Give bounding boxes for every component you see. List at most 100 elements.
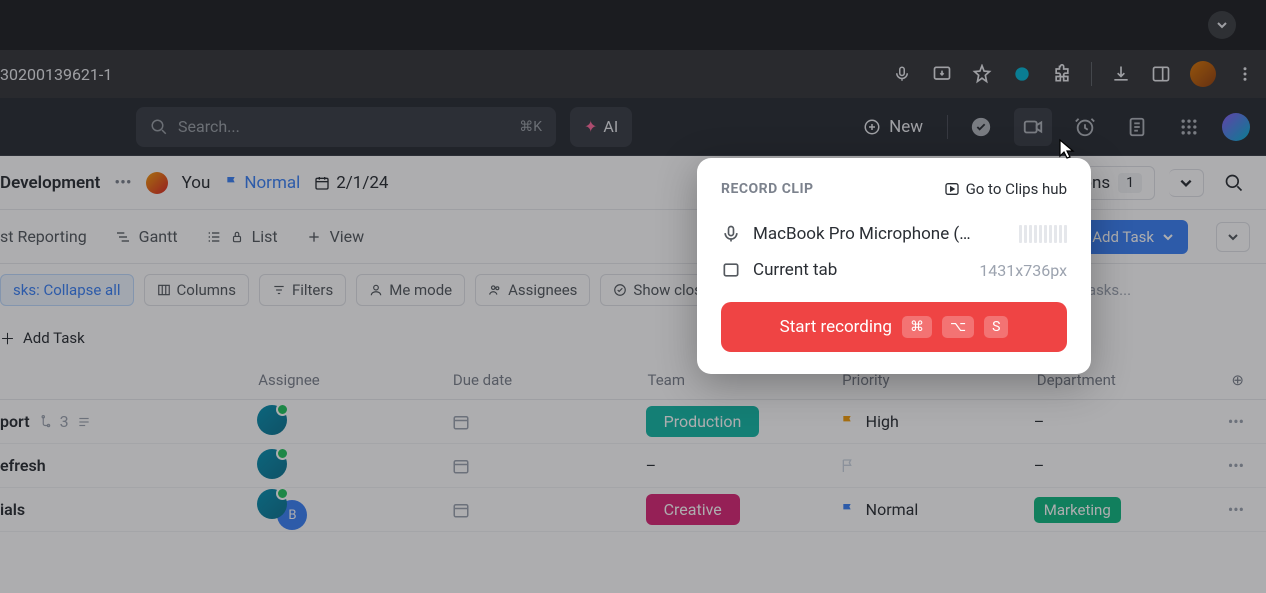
task-name: port	[0, 412, 30, 431]
table-row[interactable]: port 3 Production High – •••	[0, 400, 1266, 444]
view-reporting[interactable]: st Reporting	[0, 227, 87, 246]
video-icon[interactable]	[1014, 108, 1052, 146]
automations-dropdown[interactable]	[1169, 169, 1204, 197]
chevron-down-icon	[1162, 231, 1174, 243]
new-button[interactable]: New	[853, 111, 933, 143]
check-circle-icon	[613, 283, 627, 297]
team-tag[interactable]: Production	[646, 406, 760, 437]
assignees-chip[interactable]: Assignees	[475, 274, 590, 306]
new-label: New	[889, 117, 923, 137]
add-task-dropdown[interactable]	[1216, 222, 1250, 252]
priority-chip[interactable]: Normal	[224, 173, 300, 193]
view-add[interactable]: View	[306, 227, 365, 246]
resolution-label: 1431x736px	[979, 261, 1067, 280]
cursor-icon	[1058, 138, 1076, 160]
star-icon[interactable]	[971, 63, 993, 85]
kbd-s: S	[984, 316, 1008, 338]
table-row[interactable]: efresh – – •••	[0, 444, 1266, 488]
sidepanel-icon[interactable]	[1150, 63, 1172, 85]
calendar-icon[interactable]	[452, 457, 470, 475]
task-search-input[interactable]: tasks...	[1070, 272, 1250, 308]
filters-chip[interactable]: Filters	[259, 274, 346, 306]
calendar-icon	[314, 175, 330, 191]
flag-icon[interactable]	[840, 458, 856, 474]
more-icon[interactable]: •••	[114, 173, 131, 193]
search-kbd: ⌘K	[519, 119, 542, 135]
columns-icon	[157, 283, 171, 297]
page-title: Development	[0, 173, 100, 193]
row-actions-icon[interactable]: •••	[1228, 412, 1250, 431]
profile-avatar[interactable]	[1190, 61, 1216, 87]
gantt-icon	[115, 229, 131, 245]
assignee-avatar[interactable]	[257, 449, 287, 479]
popup-title: RECORD CLIP	[721, 181, 814, 197]
owner-avatar[interactable]	[146, 172, 168, 194]
calendar-icon[interactable]	[452, 413, 470, 431]
plus-icon	[306, 229, 322, 245]
add-task-button[interactable]: Add Task	[1078, 220, 1188, 254]
add-task-inline-icon[interactable]: ＋	[0, 328, 15, 349]
view-gantt[interactable]: Gantt	[115, 227, 178, 246]
audio-meter	[1019, 225, 1067, 243]
col-assignee[interactable]: Assignee	[258, 371, 453, 389]
mic-icon	[721, 224, 741, 244]
mic-icon[interactable]	[891, 63, 913, 85]
dept-cell[interactable]: –	[1034, 412, 1228, 431]
filter-icon	[272, 283, 286, 297]
page-search-icon[interactable]	[1218, 167, 1250, 199]
user-avatar[interactable]	[1222, 113, 1250, 141]
me-mode-chip[interactable]: Me mode	[356, 274, 465, 306]
mic-row[interactable]: MacBook Pro Microphone (…	[721, 216, 1067, 252]
ai-button[interactable]: ✦ AI	[570, 107, 632, 147]
date-chip[interactable]: 2/1/24	[314, 173, 388, 193]
priority-label: High	[866, 412, 899, 431]
check-circle-icon[interactable]	[962, 108, 1000, 146]
owner-label: You	[182, 173, 211, 193]
flag-icon	[840, 414, 856, 430]
assignee-avatar[interactable]	[257, 489, 287, 519]
lock-icon	[230, 230, 244, 244]
tab-icon	[721, 260, 741, 280]
ai-label: AI	[603, 117, 618, 136]
search-placeholder: Search...	[178, 117, 240, 136]
search-input[interactable]: Search... ⌘K	[136, 107, 556, 147]
notepad-icon[interactable]	[1118, 108, 1156, 146]
kbd-cmd: ⌘	[902, 316, 932, 338]
row-actions-icon[interactable]: •••	[1228, 500, 1250, 519]
install-icon[interactable]	[931, 63, 953, 85]
assignee-avatar[interactable]	[257, 405, 287, 435]
add-task-inline-label[interactable]: Add Task	[23, 329, 85, 347]
dept-cell[interactable]: –	[1034, 456, 1228, 475]
add-column-icon[interactable]: ⊕	[1231, 371, 1250, 389]
sparkle-icon: ✦	[584, 117, 597, 136]
team-tag[interactable]: Creative	[646, 494, 740, 525]
start-recording-button[interactable]: Start recording ⌘ ⌥ S	[721, 302, 1067, 352]
collapse-all-chip[interactable]: sks: Collapse all	[0, 274, 134, 306]
task-name: efresh	[0, 456, 46, 475]
description-icon	[77, 415, 91, 429]
col-due-date[interactable]: Due date	[453, 371, 648, 389]
tab-label: Current tab	[753, 260, 837, 280]
table-row[interactable]: ials B Creative Normal Marketing •••	[0, 488, 1266, 532]
browser-menu-icon[interactable]	[1234, 63, 1256, 85]
tab-row[interactable]: Current tab 1431x736px	[721, 252, 1067, 288]
columns-chip[interactable]: Columns	[144, 274, 249, 306]
clips-hub-link[interactable]: Go to Clips hub	[944, 180, 1067, 198]
automations-count: 1	[1118, 173, 1142, 193]
team-cell[interactable]: –	[646, 456, 840, 475]
extensions-icon[interactable]	[1051, 63, 1073, 85]
calendar-icon[interactable]	[452, 501, 470, 519]
apps-grid-icon[interactable]	[1170, 108, 1208, 146]
download-icon[interactable]	[1110, 63, 1132, 85]
dept-tag[interactable]: Marketing	[1034, 497, 1121, 523]
kbd-opt: ⌥	[942, 316, 974, 338]
flag-icon	[840, 502, 856, 518]
browser-overflow-button[interactable]	[1208, 11, 1236, 39]
person-icon	[369, 283, 383, 297]
play-square-icon	[944, 181, 960, 197]
extension-color-icon[interactable]	[1011, 63, 1033, 85]
row-actions-icon[interactable]: •••	[1228, 456, 1250, 475]
view-list[interactable]: List	[206, 227, 278, 246]
task-name: ials	[0, 500, 25, 519]
subtask-icon	[38, 415, 52, 429]
